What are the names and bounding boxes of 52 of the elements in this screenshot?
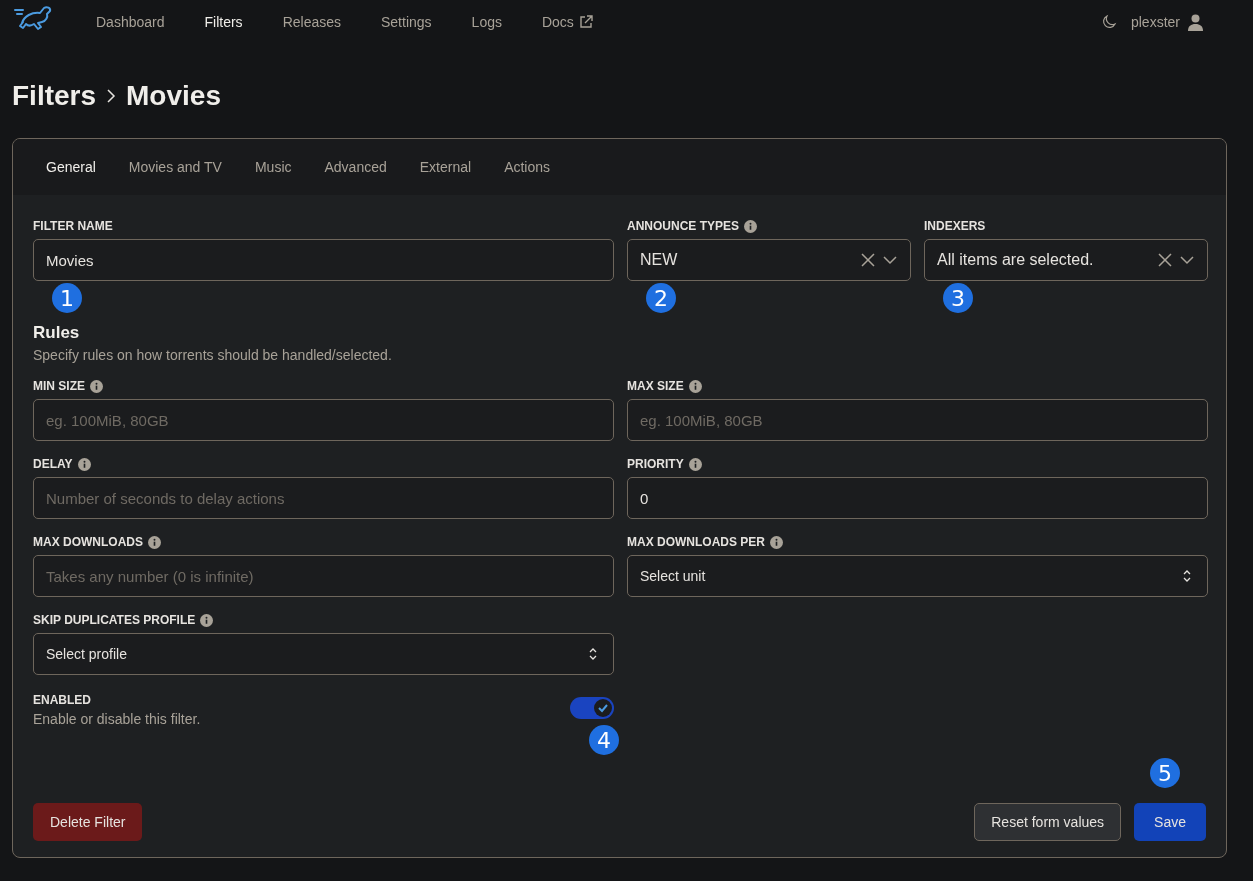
nav-link[interactable]: Releases	[262, 14, 361, 30]
nav-link[interactable]: Logs	[451, 14, 522, 30]
tab[interactable]: Music	[241, 139, 312, 195]
user-name[interactable]: plexster	[1130, 14, 1180, 30]
field-label: SKIP DUPLICATES PROFILE	[33, 613, 196, 627]
multi-select-field[interactable]: NEW	[627, 239, 911, 281]
number-marker: 5	[1150, 758, 1181, 788]
tab[interactable]: Movies and TV	[115, 139, 242, 195]
toggle-switch[interactable]	[570, 697, 614, 719]
section-title: Rules	[33, 323, 81, 343]
field-label: ANNOUNCE TYPES	[627, 219, 739, 233]
input-field[interactable]: Number of seconds to delay actions	[33, 477, 614, 519]
field-label: PRIORITY	[627, 457, 684, 471]
moon-icon[interactable]	[1100, 14, 1117, 30]
page-title: Movies	[126, 80, 221, 112]
clear-icon	[860, 252, 876, 268]
nav-link[interactable]: Filters	[184, 14, 263, 30]
select-field[interactable]: Select unit	[627, 555, 1208, 597]
tab[interactable]: Advanced	[311, 139, 407, 195]
field-label: INDEXERS	[924, 219, 986, 233]
nav-link[interactable]: Settings	[361, 14, 452, 30]
input-field[interactable]: eg. 100MiB, 80GB	[627, 399, 1208, 441]
nav-link[interactable]: Dashboard	[76, 14, 185, 30]
number-marker: 4	[589, 725, 619, 755]
input-field[interactable]: Movies	[33, 239, 614, 281]
field-label: FILTER NAME	[33, 219, 113, 233]
nav-link[interactable]: Docs	[521, 14, 614, 30]
field-label: MAX DOWNLOADS PER	[627, 535, 765, 549]
tab[interactable]: General	[33, 139, 116, 195]
page-title: Filters	[12, 80, 97, 112]
check-icon	[597, 702, 609, 714]
number-marker: 1	[52, 283, 82, 313]
field-label: MIN SIZE	[33, 379, 85, 393]
input-field[interactable]: Takes any number (0 is infinite)	[33, 555, 614, 597]
tab[interactable]: Actions	[491, 139, 571, 195]
clear-icon	[1157, 252, 1173, 268]
field-label: MAX SIZE	[627, 379, 684, 393]
field-label: DELAY	[33, 457, 73, 471]
field-label: ENABLED	[33, 693, 92, 707]
select-field[interactable]: Select profile	[33, 633, 614, 675]
reset-button[interactable]: Reset form values	[974, 803, 1122, 841]
delete-button[interactable]: Delete Filter	[33, 803, 143, 841]
input-field[interactable]: 0	[627, 477, 1208, 519]
field-description: Enable or disable this filter.	[33, 711, 201, 727]
number-marker: 2	[646, 283, 676, 313]
number-marker: 3	[943, 283, 973, 313]
user-icon	[1188, 13, 1203, 31]
input-field[interactable]: eg. 100MiB, 80GB	[33, 399, 614, 441]
tab[interactable]: External	[406, 139, 492, 195]
field-label: MAX DOWNLOADS	[33, 535, 143, 549]
section-description: Specify rules on how torrents should be handled/selected.	[33, 347, 393, 363]
multi-select-field[interactable]: All items are selected.	[924, 239, 1208, 281]
